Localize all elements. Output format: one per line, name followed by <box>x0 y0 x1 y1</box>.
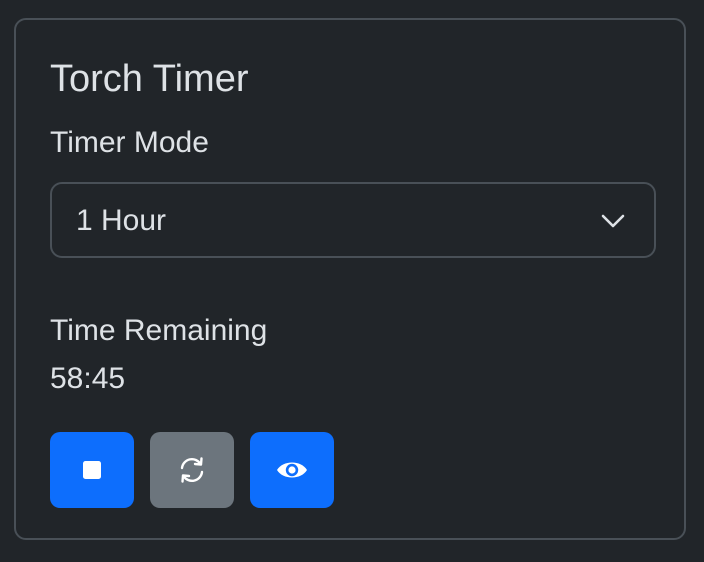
timer-mode-label: Timer Mode <box>50 126 209 159</box>
reset-button[interactable] <box>150 432 234 508</box>
refresh-icon <box>176 454 208 486</box>
chevron-down-icon <box>600 208 626 234</box>
timer-mode-selected-value: 1 Hour <box>76 204 167 237</box>
torch-timer-card: Torch Timer Timer Mode 1 Hour Time Remai… <box>14 18 686 540</box>
eye-icon <box>275 458 309 482</box>
stop-button[interactable] <box>50 432 134 508</box>
card-title: Torch Timer <box>50 58 249 100</box>
timer-mode-select[interactable]: 1 Hour <box>50 182 656 258</box>
stop-icon <box>82 460 102 480</box>
time-remaining-value: 58:45 <box>50 362 126 395</box>
view-button[interactable] <box>250 432 334 508</box>
time-remaining-label: Time Remaining <box>50 314 268 347</box>
